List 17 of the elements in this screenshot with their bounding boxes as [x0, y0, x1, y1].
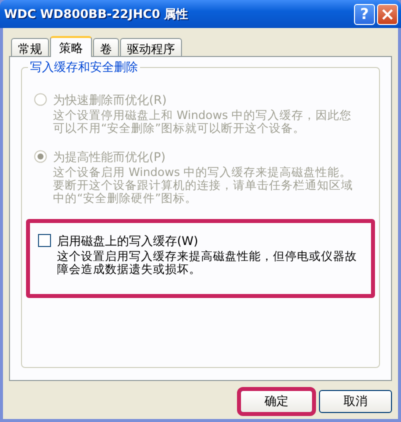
dialog-button[interactable]: 确定 [240, 390, 313, 413]
option-description: 这个设置启用写入缓存来提高磁盘性能，但停电或仪器故障会造成数据遗失或损坏。 [57, 250, 358, 276]
option-label: 为提高性能而优化(P) [53, 149, 167, 166]
tab[interactable]: 卷 [93, 38, 119, 56]
tab[interactable]: 策略 [50, 36, 92, 57]
dialog-button[interactable]: 取消 [319, 390, 392, 413]
tab[interactable]: 驱动程序 [120, 38, 182, 56]
close-button[interactable] [377, 4, 398, 24]
window-title: WDC WD800BB-22JHC0 属性 [4, 6, 190, 22]
option-label: 启用磁盘上的写入缓存(W) [57, 233, 200, 250]
option-label: 为快速删除而优化(R) [53, 92, 168, 109]
option-description: 这个设备启用 Windows 中的写入缓存来提高磁盘性能。要断开这个设备跟计算机的连接，请单击任务栏通知区域中的“安全删除硬件”图标。 [53, 166, 354, 205]
close-icon [382, 8, 393, 20]
group-title: 写入缓存和安全删除 [28, 59, 140, 76]
checkbox[interactable] [38, 234, 51, 247]
option-description: 这个设置停用磁盘上和 Windows 中的写入缓存，因此您可以不用“安全删除”图标就可以断开这个设备。 [53, 109, 353, 135]
tab[interactable]: 常规 [11, 38, 49, 56]
